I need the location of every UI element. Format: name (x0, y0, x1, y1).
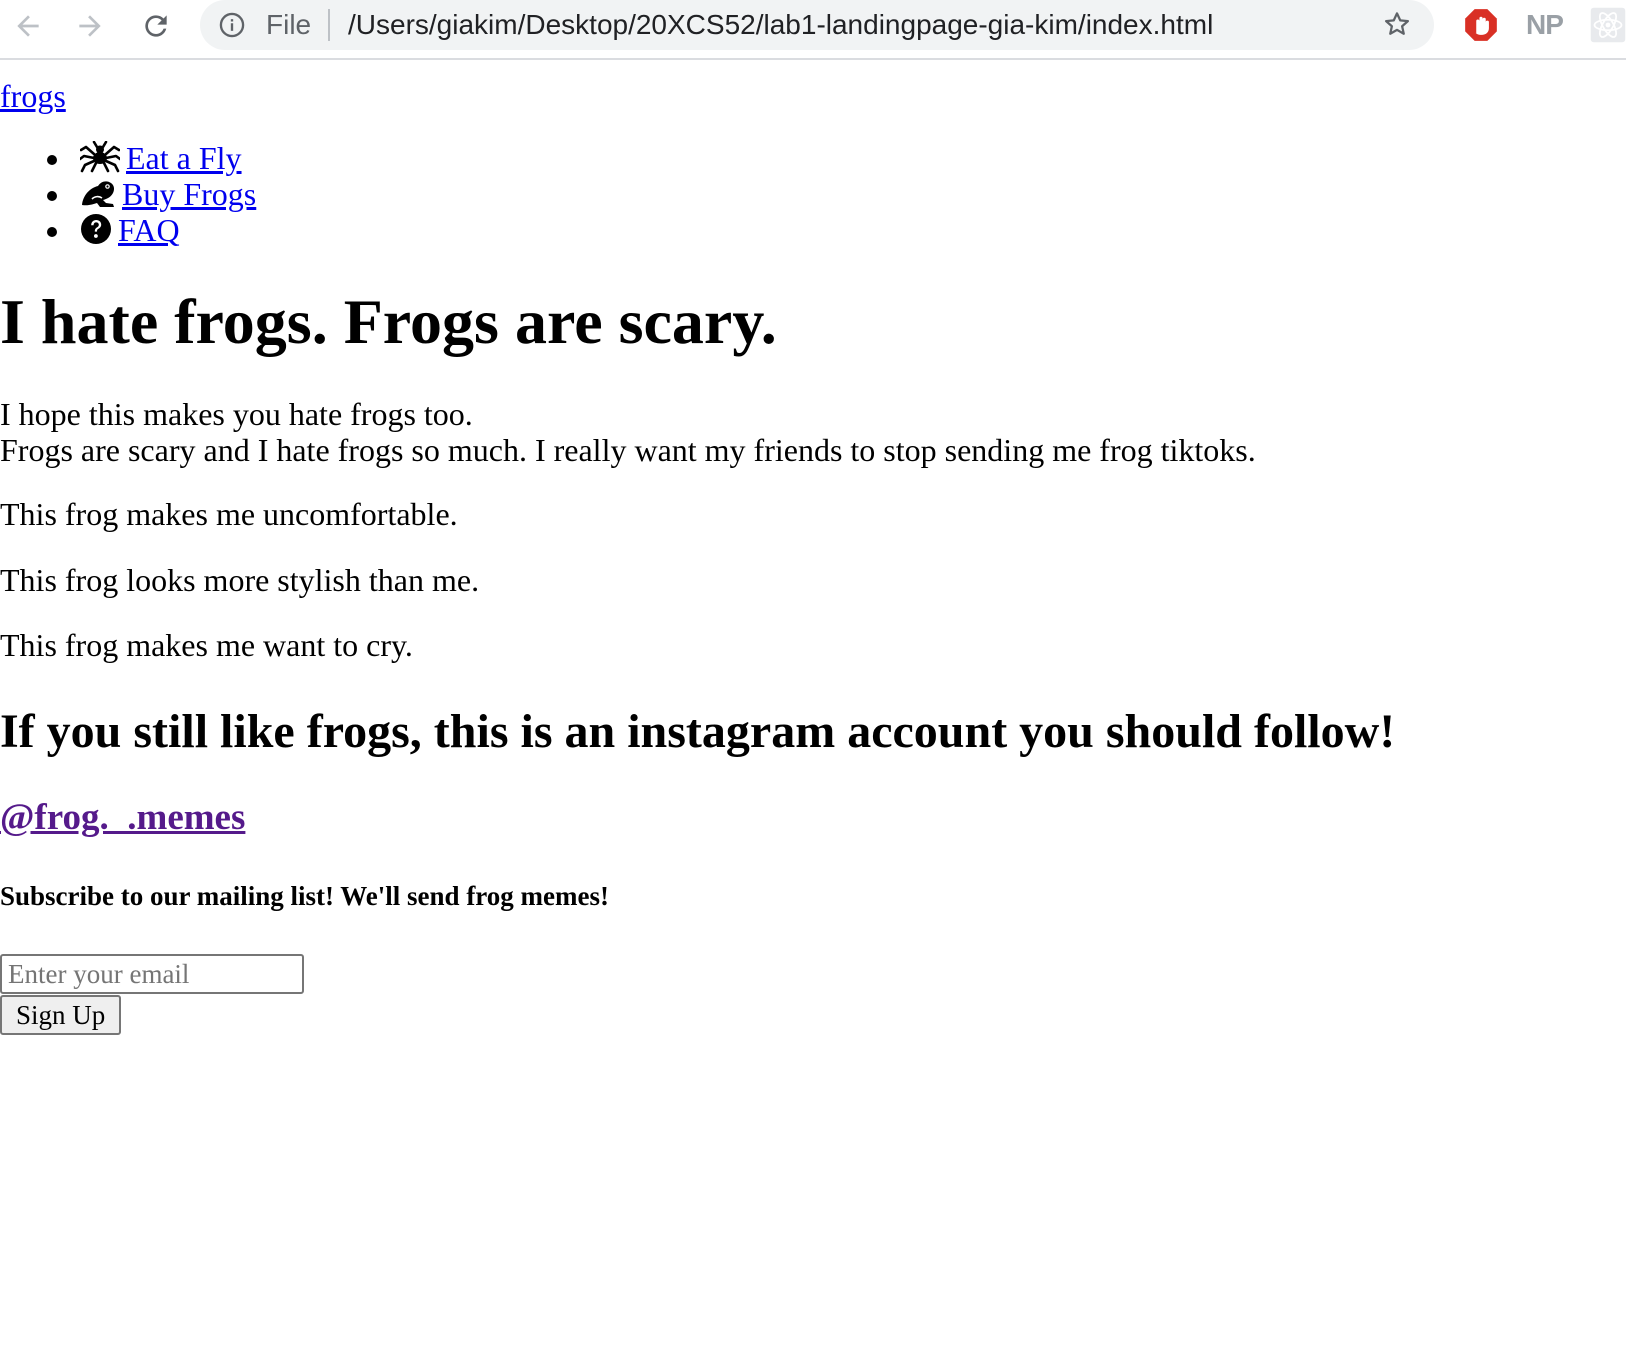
scheme-label: File (266, 9, 312, 40)
info-circle-icon[interactable] (218, 11, 246, 44)
nav-item-buy-frogs: Buy Frogs (0, 176, 256, 212)
bookmark-star-icon[interactable] (1382, 9, 1412, 44)
spider-icon (80, 141, 120, 173)
adblock-extension-icon[interactable] (1462, 6, 1500, 49)
forward-button[interactable] (70, 6, 110, 46)
nav-link-buy-frogs[interactable]: Buy Frogs (122, 176, 256, 212)
list-bullet (47, 227, 57, 237)
frog-icon (82, 181, 115, 207)
arrow-left-icon (17, 15, 39, 37)
arrow-right-icon (79, 15, 101, 37)
list-bullet (47, 155, 57, 165)
browser-toolbar: File /Users/giakim/Desktop/20XCS52/lab1-… (0, 0, 1626, 60)
frog-caption-2: This frog looks more stylish than me. (0, 562, 480, 598)
instagram-heading-3: @frog._.memes (0, 796, 245, 840)
address-bar[interactable]: File /Users/giakim/Desktop/20XCS52/lab1-… (200, 0, 1434, 50)
instagram-handle-link[interactable]: @frog._.memes (0, 797, 245, 838)
nav-link-eat-a-fly[interactable]: Eat a Fly (126, 140, 242, 176)
intro-line: I hope this makes you hate frogs too. (0, 396, 473, 432)
nav-item-eat-a-fly: Eat a Fly (0, 140, 256, 176)
intro-line: Frogs are scary and I hate frogs so much… (0, 432, 1256, 468)
back-button[interactable] (8, 6, 48, 46)
np-extension-icon[interactable]: NP (1526, 6, 1564, 44)
frog-caption-3: This frog makes me want to cry. (0, 627, 413, 663)
nav-list: Eat a Fly Buy Frogs FAQ (0, 140, 256, 248)
brand-link[interactable]: frogs (0, 76, 66, 116)
address-separator (328, 9, 330, 41)
nav-item-faq: FAQ (0, 212, 256, 248)
question-circle-icon (81, 214, 111, 244)
subscribe-heading: Subscribe to our mailing list! We'll sen… (0, 881, 610, 911)
hero-title: I hate frogs. Frogs are scary. (0, 286, 777, 357)
nav-link-faq[interactable]: FAQ (118, 212, 180, 248)
instagram-heading: If you still like frogs, this is an inst… (0, 705, 1396, 758)
url-text[interactable]: /Users/giakim/Desktop/20XCS52/lab1-landi… (348, 8, 1213, 42)
react-devtools-extension-icon[interactable] (1590, 7, 1626, 48)
email-field[interactable] (0, 954, 304, 994)
reload-icon (145, 15, 167, 37)
sign-up-button[interactable]: Sign Up (0, 995, 122, 1035)
reload-button[interactable] (136, 6, 176, 46)
frog-caption-1: This frog makes me uncomfortable. (0, 496, 458, 532)
list-bullet (47, 191, 57, 201)
intro-text: I hope this makes you hate frogs too. Fr… (0, 396, 1256, 468)
